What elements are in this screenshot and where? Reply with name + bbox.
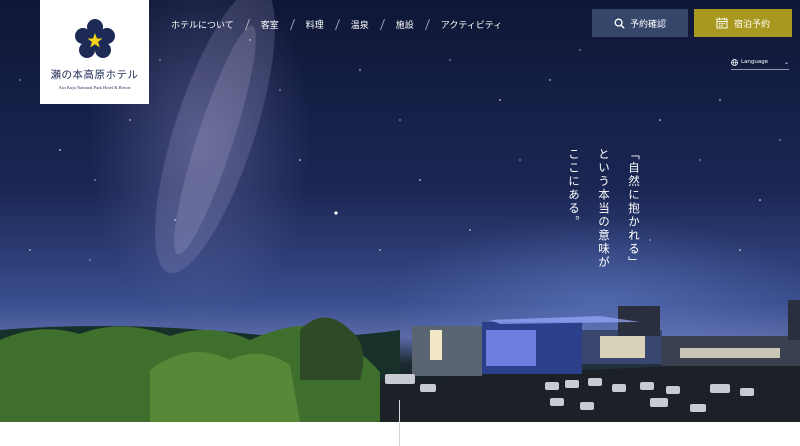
hotel-logo[interactable]: 瀬の本高原ホテル Aso Kuju National Park Hotel & … bbox=[40, 0, 149, 104]
book-stay-button[interactable]: 宿泊予約 bbox=[694, 9, 792, 37]
star-logo-icon bbox=[74, 19, 115, 58]
language-label: Language bbox=[741, 59, 769, 65]
logo-subtitle: Aso Kuju National Park Hotel & Resort bbox=[58, 85, 131, 90]
scroll-indicator-line bbox=[399, 400, 400, 446]
globe-icon bbox=[731, 58, 738, 66]
content-area bbox=[0, 422, 800, 446]
nav-item-cuisine[interactable]: 料理 bbox=[306, 18, 324, 31]
nav-divider bbox=[244, 18, 250, 30]
main-nav: ホテルについて 客室 料理 温泉 施設 アクティビティ bbox=[171, 17, 502, 31]
search-icon bbox=[614, 18, 625, 29]
nav-item-activities[interactable]: アクティビティ bbox=[441, 18, 502, 31]
language-selector[interactable]: Language ⌄ bbox=[731, 55, 789, 70]
hero-copy-line-3: ここにある。 bbox=[567, 148, 581, 229]
nav-item-rooms[interactable]: 客室 bbox=[261, 18, 279, 31]
book-stay-label: 宿泊予約 bbox=[733, 19, 770, 30]
hero-copy-line-2: という本当の意味が bbox=[597, 148, 611, 270]
nav-item-about[interactable]: ホテルについて bbox=[171, 18, 234, 31]
nav-divider bbox=[379, 18, 385, 30]
chevron-down-icon: ⌄ bbox=[783, 58, 789, 66]
hero-copy-line-1: 「自然に抱かれる」 bbox=[627, 148, 641, 270]
logo-title: 瀬の本高原ホテル bbox=[50, 69, 139, 81]
nav-divider bbox=[334, 18, 340, 30]
nav-divider bbox=[289, 18, 295, 30]
reservation-check-label: 予約確認 bbox=[629, 19, 666, 30]
nav-divider bbox=[424, 18, 430, 30]
nav-item-facilities[interactable]: 施設 bbox=[396, 18, 414, 31]
reservation-check-button[interactable]: 予約確認 bbox=[592, 9, 688, 37]
nav-item-hot-spring[interactable]: 温泉 bbox=[351, 18, 369, 31]
calendar-icon bbox=[716, 17, 728, 29]
